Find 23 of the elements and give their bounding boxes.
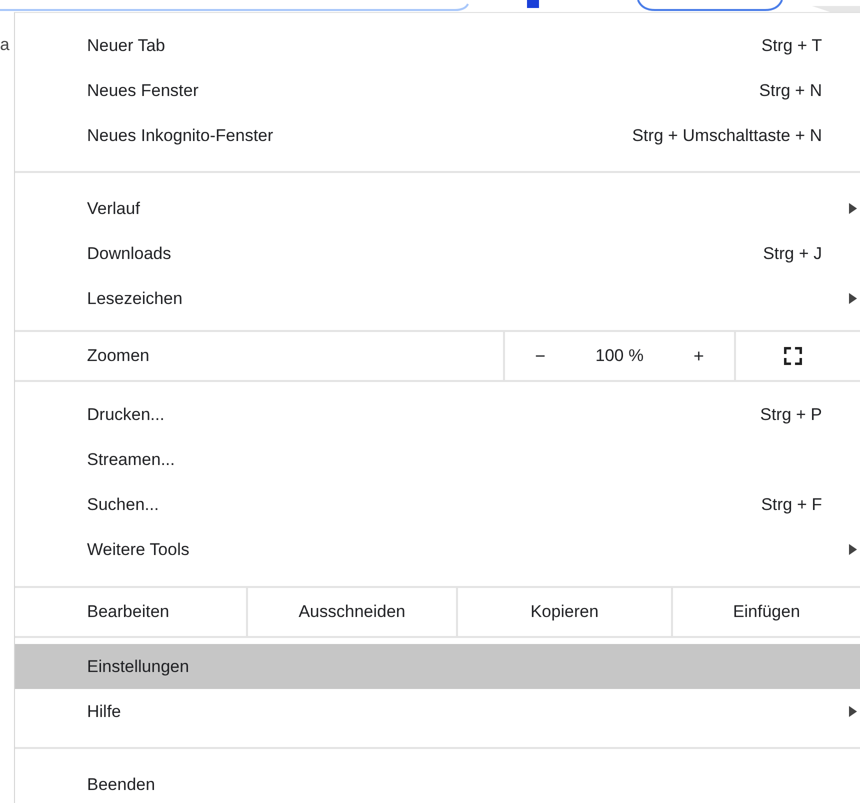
edit-action-button[interactable]: Ausschneiden [246, 588, 456, 636]
zoom-out-button[interactable]: − [524, 342, 556, 370]
menu-item[interactable]: Hilfe [15, 689, 860, 734]
menu-item[interactable]: Neuer Tab Strg + T [15, 23, 860, 68]
edit-action-button[interactable]: Kopieren [456, 588, 671, 636]
zoom-value: 100 % [595, 346, 644, 366]
menu-item[interactable]: Verlauf [15, 186, 860, 231]
menu-item[interactable]: Einstellungen [15, 644, 860, 689]
menu-item[interactable]: Suchen... Strg + F [15, 482, 860, 527]
page-text: a [0, 35, 10, 55]
menu-item[interactable]: Streamen... [15, 437, 860, 482]
menu-item[interactable]: Downloads Strg + J [15, 231, 860, 276]
zoom-in-button[interactable]: + [684, 342, 714, 370]
edit-label: Bearbeiten [86, 602, 170, 622]
menu-item[interactable]: Neues Fenster Strg + N [15, 68, 860, 113]
fullscreen-icon[interactable] [784, 347, 802, 365]
menu-item[interactable]: Lesezeichen [15, 276, 860, 321]
menu-item[interactable]: Neues Inkognito-Fenster Strg + Umschalttaste + N [15, 113, 860, 158]
menu-item[interactable]: Weitere Tools [15, 527, 860, 572]
edit-action-button[interactable]: Einfügen [671, 588, 860, 636]
menu-item[interactable]: Beenden [15, 762, 860, 803]
zoom-label: Zoomen [86, 345, 150, 367]
menu-item[interactable]: Drucken... Strg + P [15, 392, 860, 437]
